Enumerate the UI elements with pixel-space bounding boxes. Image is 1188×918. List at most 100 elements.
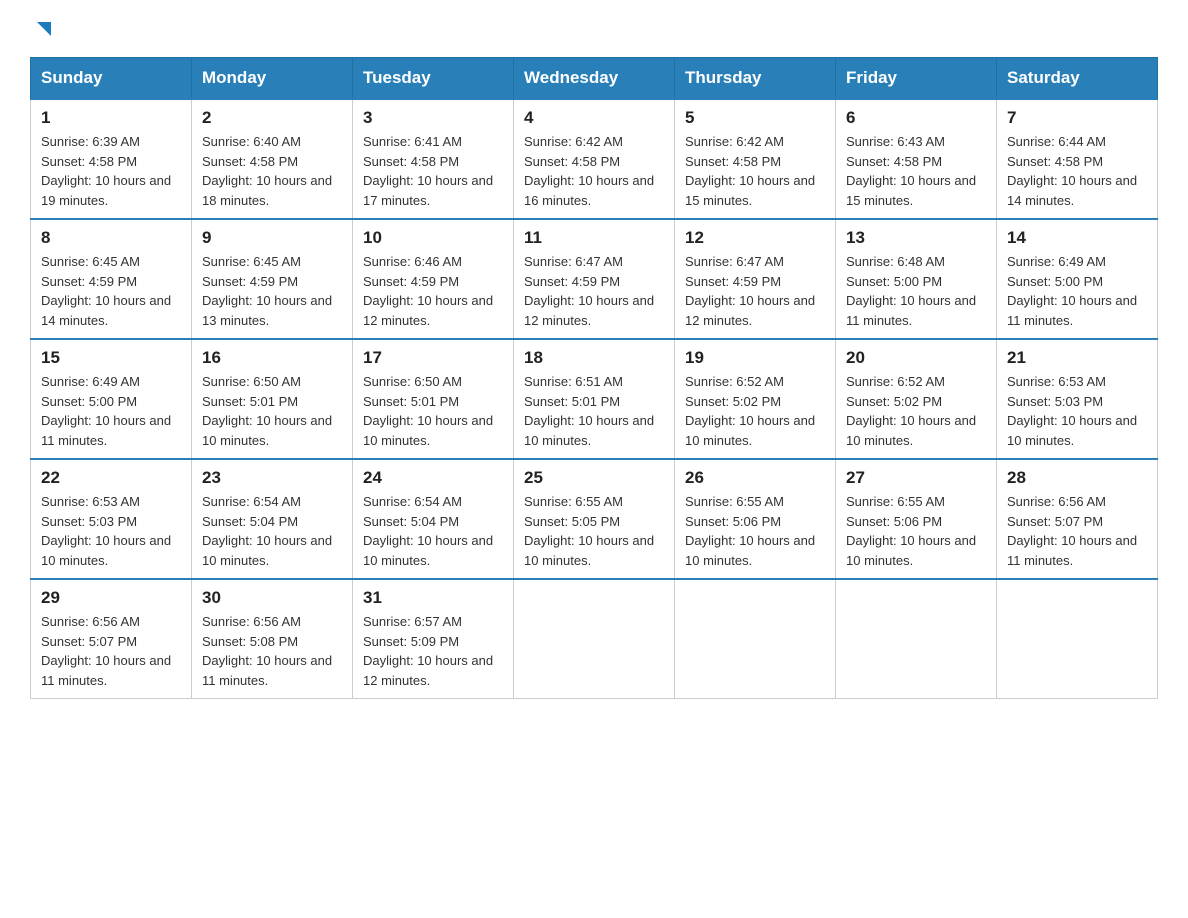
calendar-cell <box>514 579 675 699</box>
day-info: Sunrise: 6:40 AMSunset: 4:58 PMDaylight:… <box>202 134 332 208</box>
day-info: Sunrise: 6:49 AMSunset: 5:00 PMDaylight:… <box>41 374 171 448</box>
day-info: Sunrise: 6:45 AMSunset: 4:59 PMDaylight:… <box>41 254 171 328</box>
calendar-cell: 10 Sunrise: 6:46 AMSunset: 4:59 PMDaylig… <box>353 219 514 339</box>
calendar-cell: 26 Sunrise: 6:55 AMSunset: 5:06 PMDaylig… <box>675 459 836 579</box>
day-number: 16 <box>202 348 342 368</box>
weekday-header-monday: Monday <box>192 58 353 100</box>
weekday-header-tuesday: Tuesday <box>353 58 514 100</box>
day-number: 28 <box>1007 468 1147 488</box>
page-header <box>30 20 1158 47</box>
calendar-cell: 19 Sunrise: 6:52 AMSunset: 5:02 PMDaylig… <box>675 339 836 459</box>
day-info: Sunrise: 6:56 AMSunset: 5:07 PMDaylight:… <box>41 614 171 688</box>
calendar-cell: 30 Sunrise: 6:56 AMSunset: 5:08 PMDaylig… <box>192 579 353 699</box>
day-info: Sunrise: 6:49 AMSunset: 5:00 PMDaylight:… <box>1007 254 1137 328</box>
calendar-cell: 6 Sunrise: 6:43 AMSunset: 4:58 PMDayligh… <box>836 99 997 219</box>
day-number: 22 <box>41 468 181 488</box>
calendar-cell: 20 Sunrise: 6:52 AMSunset: 5:02 PMDaylig… <box>836 339 997 459</box>
weekday-header-thursday: Thursday <box>675 58 836 100</box>
day-number: 30 <box>202 588 342 608</box>
day-number: 25 <box>524 468 664 488</box>
calendar-cell: 16 Sunrise: 6:50 AMSunset: 5:01 PMDaylig… <box>192 339 353 459</box>
calendar-week-row: 29 Sunrise: 6:56 AMSunset: 5:07 PMDaylig… <box>31 579 1158 699</box>
day-info: Sunrise: 6:48 AMSunset: 5:00 PMDaylight:… <box>846 254 976 328</box>
day-info: Sunrise: 6:42 AMSunset: 4:58 PMDaylight:… <box>524 134 654 208</box>
day-number: 4 <box>524 108 664 128</box>
calendar-cell: 17 Sunrise: 6:50 AMSunset: 5:01 PMDaylig… <box>353 339 514 459</box>
day-info: Sunrise: 6:52 AMSunset: 5:02 PMDaylight:… <box>685 374 815 448</box>
day-number: 14 <box>1007 228 1147 248</box>
day-info: Sunrise: 6:50 AMSunset: 5:01 PMDaylight:… <box>363 374 493 448</box>
calendar-cell: 3 Sunrise: 6:41 AMSunset: 4:58 PMDayligh… <box>353 99 514 219</box>
calendar-cell: 12 Sunrise: 6:47 AMSunset: 4:59 PMDaylig… <box>675 219 836 339</box>
day-info: Sunrise: 6:56 AMSunset: 5:07 PMDaylight:… <box>1007 494 1137 568</box>
calendar-cell <box>675 579 836 699</box>
day-number: 10 <box>363 228 503 248</box>
weekday-header-sunday: Sunday <box>31 58 192 100</box>
calendar-cell: 8 Sunrise: 6:45 AMSunset: 4:59 PMDayligh… <box>31 219 192 339</box>
logo-arrow-icon <box>33 18 55 45</box>
day-info: Sunrise: 6:54 AMSunset: 5:04 PMDaylight:… <box>363 494 493 568</box>
calendar-cell: 24 Sunrise: 6:54 AMSunset: 5:04 PMDaylig… <box>353 459 514 579</box>
day-number: 18 <box>524 348 664 368</box>
logo <box>30 20 55 47</box>
calendar-cell: 23 Sunrise: 6:54 AMSunset: 5:04 PMDaylig… <box>192 459 353 579</box>
calendar-cell: 29 Sunrise: 6:56 AMSunset: 5:07 PMDaylig… <box>31 579 192 699</box>
calendar-cell: 14 Sunrise: 6:49 AMSunset: 5:00 PMDaylig… <box>997 219 1158 339</box>
calendar-cell: 2 Sunrise: 6:40 AMSunset: 4:58 PMDayligh… <box>192 99 353 219</box>
day-info: Sunrise: 6:53 AMSunset: 5:03 PMDaylight:… <box>1007 374 1137 448</box>
day-number: 27 <box>846 468 986 488</box>
day-number: 7 <box>1007 108 1147 128</box>
day-info: Sunrise: 6:55 AMSunset: 5:06 PMDaylight:… <box>846 494 976 568</box>
day-number: 29 <box>41 588 181 608</box>
day-number: 31 <box>363 588 503 608</box>
calendar-week-row: 8 Sunrise: 6:45 AMSunset: 4:59 PMDayligh… <box>31 219 1158 339</box>
day-number: 21 <box>1007 348 1147 368</box>
calendar-cell: 28 Sunrise: 6:56 AMSunset: 5:07 PMDaylig… <box>997 459 1158 579</box>
day-number: 9 <box>202 228 342 248</box>
calendar-cell: 22 Sunrise: 6:53 AMSunset: 5:03 PMDaylig… <box>31 459 192 579</box>
weekday-header-friday: Friday <box>836 58 997 100</box>
calendar-cell: 18 Sunrise: 6:51 AMSunset: 5:01 PMDaylig… <box>514 339 675 459</box>
calendar-cell <box>997 579 1158 699</box>
day-info: Sunrise: 6:45 AMSunset: 4:59 PMDaylight:… <box>202 254 332 328</box>
day-number: 2 <box>202 108 342 128</box>
day-info: Sunrise: 6:54 AMSunset: 5:04 PMDaylight:… <box>202 494 332 568</box>
day-info: Sunrise: 6:50 AMSunset: 5:01 PMDaylight:… <box>202 374 332 448</box>
calendar-cell: 13 Sunrise: 6:48 AMSunset: 5:00 PMDaylig… <box>836 219 997 339</box>
calendar-cell: 9 Sunrise: 6:45 AMSunset: 4:59 PMDayligh… <box>192 219 353 339</box>
calendar-cell: 31 Sunrise: 6:57 AMSunset: 5:09 PMDaylig… <box>353 579 514 699</box>
day-number: 11 <box>524 228 664 248</box>
day-info: Sunrise: 6:56 AMSunset: 5:08 PMDaylight:… <box>202 614 332 688</box>
calendar-week-row: 1 Sunrise: 6:39 AMSunset: 4:58 PMDayligh… <box>31 99 1158 219</box>
weekday-header-wednesday: Wednesday <box>514 58 675 100</box>
calendar-cell: 1 Sunrise: 6:39 AMSunset: 4:58 PMDayligh… <box>31 99 192 219</box>
calendar-week-row: 22 Sunrise: 6:53 AMSunset: 5:03 PMDaylig… <box>31 459 1158 579</box>
day-info: Sunrise: 6:41 AMSunset: 4:58 PMDaylight:… <box>363 134 493 208</box>
day-info: Sunrise: 6:57 AMSunset: 5:09 PMDaylight:… <box>363 614 493 688</box>
day-number: 13 <box>846 228 986 248</box>
day-info: Sunrise: 6:55 AMSunset: 5:05 PMDaylight:… <box>524 494 654 568</box>
calendar-cell: 15 Sunrise: 6:49 AMSunset: 5:00 PMDaylig… <box>31 339 192 459</box>
calendar-week-row: 15 Sunrise: 6:49 AMSunset: 5:00 PMDaylig… <box>31 339 1158 459</box>
calendar-cell: 5 Sunrise: 6:42 AMSunset: 4:58 PMDayligh… <box>675 99 836 219</box>
calendar-cell: 25 Sunrise: 6:55 AMSunset: 5:05 PMDaylig… <box>514 459 675 579</box>
day-info: Sunrise: 6:44 AMSunset: 4:58 PMDaylight:… <box>1007 134 1137 208</box>
day-number: 24 <box>363 468 503 488</box>
day-info: Sunrise: 6:47 AMSunset: 4:59 PMDaylight:… <box>524 254 654 328</box>
calendar-cell <box>836 579 997 699</box>
day-info: Sunrise: 6:53 AMSunset: 5:03 PMDaylight:… <box>41 494 171 568</box>
day-number: 17 <box>363 348 503 368</box>
day-number: 19 <box>685 348 825 368</box>
calendar-cell: 4 Sunrise: 6:42 AMSunset: 4:58 PMDayligh… <box>514 99 675 219</box>
day-number: 3 <box>363 108 503 128</box>
day-info: Sunrise: 6:52 AMSunset: 5:02 PMDaylight:… <box>846 374 976 448</box>
calendar-table: SundayMondayTuesdayWednesdayThursdayFrid… <box>30 57 1158 699</box>
calendar-cell: 21 Sunrise: 6:53 AMSunset: 5:03 PMDaylig… <box>997 339 1158 459</box>
day-number: 1 <box>41 108 181 128</box>
calendar-cell: 7 Sunrise: 6:44 AMSunset: 4:58 PMDayligh… <box>997 99 1158 219</box>
day-number: 12 <box>685 228 825 248</box>
calendar-header-row: SundayMondayTuesdayWednesdayThursdayFrid… <box>31 58 1158 100</box>
weekday-header-saturday: Saturday <box>997 58 1158 100</box>
day-info: Sunrise: 6:51 AMSunset: 5:01 PMDaylight:… <box>524 374 654 448</box>
day-number: 23 <box>202 468 342 488</box>
